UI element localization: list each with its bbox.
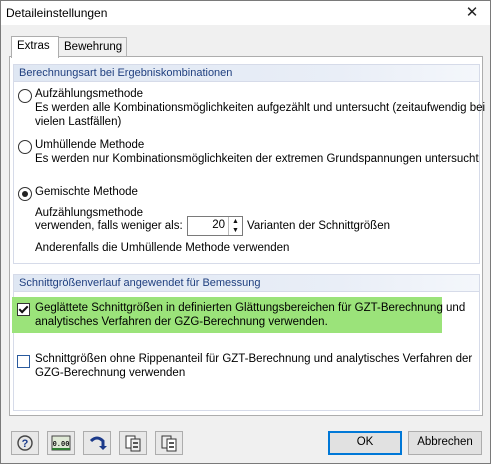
svg-text:0.00: 0.00 (53, 441, 70, 449)
aufzaehlungsmethode-desc-line1: Es werden alle Kombinationsmöglichkeiten… (35, 102, 486, 114)
variants-suffix-label: Varianten der Schnittgrößen (247, 220, 390, 232)
paste-settings-button[interactable] (155, 431, 183, 455)
radio-aufzaehlungsmethode-label: Aufzählungsmethode (35, 88, 144, 100)
gemischte-methode-line2: verwenden, falls weniger als: (35, 220, 183, 232)
svg-text:?: ? (22, 438, 29, 450)
dialog-window: Detaileinstellungen ✕ Extras Bewehrung B… (0, 0, 491, 464)
value-display-icon: 0.00 (51, 435, 71, 451)
help-icon: ? (17, 435, 33, 451)
gemischte-methode-line1: Aufzählungsmethode (35, 207, 144, 219)
radio-gemischte-methode[interactable] (18, 187, 32, 201)
calc-method-group-title: Berechnungsart bei Ergebniskombinationen (14, 65, 479, 82)
variants-stepper[interactable]: 20 ▲ ▼ (187, 216, 243, 236)
ok-button[interactable]: OK (328, 431, 402, 455)
smoothed-forces-line1: Geglättete Schnittgrößen in definierten … (35, 302, 466, 314)
radio-umhuellende-methode-label: Umhüllende Methode (35, 139, 145, 151)
umhuellende-methode-desc: Es werden nur Kombinationsmöglichkeiten … (35, 153, 479, 165)
tab-extras[interactable]: Extras (11, 36, 59, 58)
copy-icon (125, 435, 141, 452)
close-icon[interactable]: ✕ (458, 2, 486, 24)
reset-button[interactable] (83, 431, 111, 455)
smoothed-forces-line2: analytisches Verfahren der GZG-Berechnun… (35, 316, 328, 328)
cancel-button[interactable]: Abbrechen (408, 431, 482, 455)
help-button[interactable]: ? (11, 431, 39, 455)
stepper-up-icon[interactable]: ▲ (228, 217, 242, 226)
radio-gemischte-methode-label: Gemischte Methode (35, 186, 138, 198)
no-rib-component-line1: Schnittgrößen ohne Rippenanteil für GZT-… (35, 353, 473, 365)
paste-icon (161, 435, 177, 452)
value-format-button[interactable]: 0.00 (47, 431, 75, 455)
copy-settings-button[interactable] (119, 431, 147, 455)
internal-forces-group: Schnittgrößenverlauf angewendet für Beme… (13, 274, 480, 411)
gemischte-methode-line3: Anderenfalls die Umhüllende Methode verw… (35, 242, 290, 254)
checkbox-smoothed-forces[interactable] (17, 303, 30, 316)
reset-arrow-icon (89, 436, 107, 450)
checkbox-no-rib-component[interactable] (17, 355, 30, 368)
tab-bewehrung[interactable]: Bewehrung (58, 37, 127, 57)
title-bar: Detaileinstellungen ✕ (1, 1, 490, 25)
window-title: Detaileinstellungen (6, 6, 108, 20)
radio-umhuellende-methode[interactable] (18, 140, 32, 154)
internal-forces-group-title: Schnittgrößenverlauf angewendet für Beme… (14, 275, 479, 292)
stepper-down-icon[interactable]: ▼ (228, 226, 242, 235)
no-rib-component-line2: GZG-Berechnung verwenden (35, 367, 186, 379)
aufzaehlungsmethode-desc-line2: vielen Lastfällen) (35, 116, 122, 128)
variants-stepper-value[interactable]: 20 (212, 219, 225, 231)
radio-aufzaehlungsmethode[interactable] (18, 89, 32, 103)
